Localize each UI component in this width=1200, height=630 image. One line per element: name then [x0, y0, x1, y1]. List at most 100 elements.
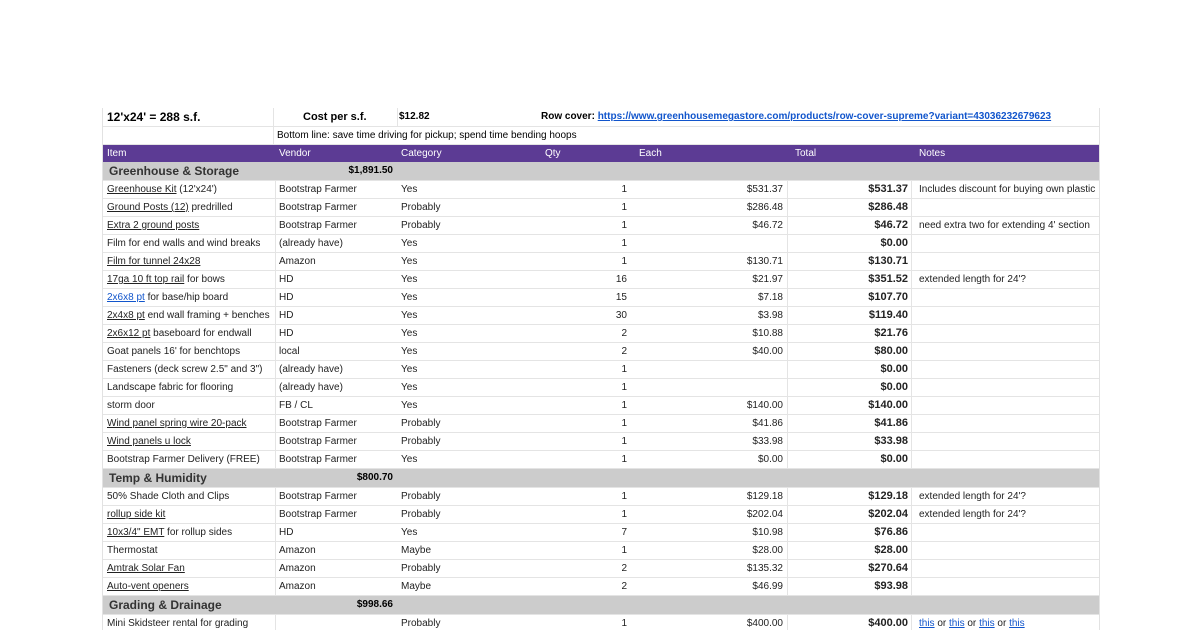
category-cell[interactable]: Yes: [401, 524, 521, 541]
sheet-title[interactable]: 12'x24' = 288 s.f.: [107, 108, 277, 126]
item-link[interactable]: Amtrak Solar Fan: [107, 563, 185, 574]
col-header-each[interactable]: Each: [639, 145, 793, 162]
each-cell[interactable]: $7.18: [629, 289, 783, 306]
notes-cell[interactable]: [919, 343, 1099, 360]
notes-cell[interactable]: [919, 199, 1099, 216]
vendor-cell[interactable]: Bootstrap Farmer: [279, 451, 399, 468]
category-cell[interactable]: Yes: [401, 181, 521, 198]
total-cell[interactable]: $130.71: [785, 253, 908, 270]
item-cell[interactable]: Thermostat: [107, 542, 277, 559]
notes-cell[interactable]: [919, 253, 1099, 270]
item-cell[interactable]: Film for tunnel 24x28: [107, 253, 277, 270]
section-name[interactable]: Temp & Humidity: [109, 469, 309, 487]
each-cell[interactable]: $400.00: [629, 615, 783, 630]
item-link[interactable]: Extra 2 ground posts: [107, 220, 199, 231]
total-cell[interactable]: $531.37: [785, 181, 908, 198]
category-cell[interactable]: Probably: [401, 615, 521, 630]
qty-cell[interactable]: 1: [523, 506, 627, 523]
qty-cell[interactable]: 30: [523, 307, 627, 324]
qty-cell[interactable]: 1: [523, 379, 627, 396]
qty-cell[interactable]: 2: [523, 343, 627, 360]
item-cell[interactable]: Amtrak Solar Fan: [107, 560, 277, 577]
vendor-cell[interactable]: Bootstrap Farmer: [279, 181, 399, 198]
total-cell[interactable]: $0.00: [785, 379, 908, 396]
notes-cell[interactable]: [919, 397, 1099, 414]
item-link[interactable]: Wind panel spring wire 20-pack: [107, 418, 247, 429]
col-header-vendor[interactable]: Vendor: [279, 145, 399, 162]
item-cell[interactable]: Bootstrap Farmer Delivery (FREE): [107, 451, 277, 468]
item-link[interactable]: 17ga 10 ft top rail: [107, 274, 184, 285]
notes-cell[interactable]: [919, 578, 1099, 595]
notes-link[interactable]: this: [1009, 618, 1025, 629]
each-cell[interactable]: $202.04: [629, 506, 783, 523]
section-total[interactable]: $1,891.50: [303, 162, 394, 180]
total-cell[interactable]: $33.98: [785, 433, 908, 450]
category-cell[interactable]: Probably: [401, 488, 521, 505]
notes-cell[interactable]: this or this or this or this: [919, 615, 1099, 630]
total-cell[interactable]: $21.76: [785, 325, 908, 342]
each-cell[interactable]: $10.98: [629, 524, 783, 541]
category-cell[interactable]: Maybe: [401, 542, 521, 559]
total-cell[interactable]: $76.86: [785, 524, 908, 541]
item-link[interactable]: Greenhouse Kit: [107, 184, 177, 195]
each-cell[interactable]: $41.86: [629, 415, 783, 432]
category-cell[interactable]: Maybe: [401, 578, 521, 595]
notes-link[interactable]: this: [949, 618, 965, 629]
category-cell[interactable]: Yes: [401, 361, 521, 378]
item-cell[interactable]: Film for end walls and wind breaks: [107, 235, 277, 252]
qty-cell[interactable]: 1: [523, 235, 627, 252]
qty-cell[interactable]: 1: [523, 488, 627, 505]
item-link[interactable]: Auto-vent openers: [107, 581, 189, 592]
each-cell[interactable]: [629, 361, 783, 378]
each-cell[interactable]: $130.71: [629, 253, 783, 270]
each-cell[interactable]: $0.00: [629, 451, 783, 468]
qty-cell[interactable]: 1: [523, 253, 627, 270]
item-cell[interactable]: Wind panel spring wire 20-pack: [107, 415, 277, 432]
notes-cell[interactable]: [919, 451, 1099, 468]
total-cell[interactable]: $41.86: [785, 415, 908, 432]
item-link[interactable]: 2x4x8 pt: [107, 310, 145, 321]
each-cell[interactable]: $40.00: [629, 343, 783, 360]
qty-cell[interactable]: 2: [523, 578, 627, 595]
item-cell[interactable]: Fasteners (deck screw 2.5" and 3"): [107, 361, 277, 378]
total-cell[interactable]: $119.40: [785, 307, 908, 324]
item-cell[interactable]: Mini Skidsteer rental for grading: [107, 615, 277, 630]
qty-cell[interactable]: 7: [523, 524, 627, 541]
total-cell[interactable]: $0.00: [785, 451, 908, 468]
section-total[interactable]: $998.66: [303, 596, 393, 614]
item-link[interactable]: 2x6x8 pt: [107, 292, 145, 303]
item-cell[interactable]: 2x6x8 pt for base/hip board: [107, 289, 277, 306]
section-name[interactable]: Grading & Drainage: [109, 596, 309, 614]
notes-cell[interactable]: [919, 560, 1099, 577]
item-cell[interactable]: Goat panels 16' for benchtops: [107, 343, 277, 360]
total-cell[interactable]: $46.72: [785, 217, 908, 234]
item-link[interactable]: 10x3/4" EMT: [107, 527, 164, 538]
category-cell[interactable]: Probably: [401, 199, 521, 216]
category-cell[interactable]: Yes: [401, 325, 521, 342]
each-cell[interactable]: $286.48: [629, 199, 783, 216]
notes-cell[interactable]: need extra two for extending 4' section: [919, 217, 1099, 234]
item-cell[interactable]: Greenhouse Kit (12'x24'): [107, 181, 277, 198]
each-cell[interactable]: $46.99: [629, 578, 783, 595]
vendor-cell[interactable]: Amazon: [279, 253, 399, 270]
item-cell[interactable]: Landscape fabric for flooring: [107, 379, 277, 396]
item-cell[interactable]: rollup side kit: [107, 506, 277, 523]
qty-cell[interactable]: 1: [523, 415, 627, 432]
each-cell[interactable]: $3.98: [629, 307, 783, 324]
vendor-cell[interactable]: HD: [279, 524, 399, 541]
item-cell[interactable]: Extra 2 ground posts: [107, 217, 277, 234]
category-cell[interactable]: Probably: [401, 217, 521, 234]
notes-cell[interactable]: [919, 289, 1099, 306]
total-cell[interactable]: $140.00: [785, 397, 908, 414]
item-link[interactable]: Ground Posts (12): [107, 202, 189, 213]
each-cell[interactable]: $531.37: [629, 181, 783, 198]
vendor-cell[interactable]: Bootstrap Farmer: [279, 506, 399, 523]
total-cell[interactable]: $270.64: [785, 560, 908, 577]
category-cell[interactable]: Probably: [401, 560, 521, 577]
category-cell[interactable]: Yes: [401, 235, 521, 252]
notes-cell[interactable]: Includes discount for buying own plastic: [919, 181, 1099, 198]
total-cell[interactable]: $0.00: [785, 361, 908, 378]
each-cell[interactable]: $10.88: [629, 325, 783, 342]
notes-link[interactable]: this: [979, 618, 995, 629]
qty-cell[interactable]: 16: [523, 271, 627, 288]
